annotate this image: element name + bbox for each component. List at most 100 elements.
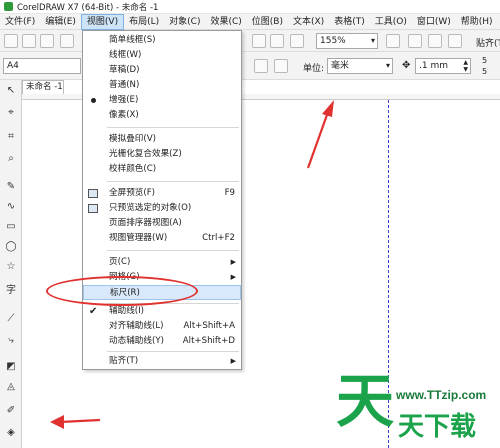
menu-object[interactable]: 对象(C) <box>164 14 205 30</box>
menu-item-label: 草稿(D) <box>109 65 140 75</box>
crop-tool-icon[interactable]: ⌗ <box>4 130 18 144</box>
menu-text[interactable]: 文本(X) <box>288 14 329 30</box>
rectangle-tool-icon[interactable]: ▭ <box>4 220 18 234</box>
print-icon[interactable] <box>60 34 74 48</box>
menu-item-alignment-guides[interactable]: 对齐辅助线(L) Alt+Shift+A <box>83 319 241 334</box>
all-pages-icon[interactable] <box>274 59 288 73</box>
submenu-arrow-icon: ▶ <box>230 258 236 266</box>
spinner-arrows-icon[interactable]: ▲ ▼ <box>463 59 468 73</box>
menu-item-label: 光栅化复合效果(Z) <box>109 149 182 159</box>
menu-item-snap-to[interactable]: 贴齐(T) ▶ <box>83 354 241 369</box>
menu-item-guidelines[interactable]: ✔ 辅助线(I) <box>83 304 241 319</box>
document-tab[interactable]: 未命名 -1 <box>22 80 64 94</box>
page-size-select[interactable]: A4 <box>3 58 81 74</box>
menu-layout[interactable]: 布局(L) <box>124 14 164 30</box>
pick-tool-icon[interactable]: ↖ <box>4 84 18 98</box>
menu-tools[interactable]: 工具(O) <box>370 14 412 30</box>
menu-bitmaps[interactable]: 位图(B) <box>247 14 288 30</box>
toolbox: ↖ ⌖ ⌗ ⌕ ✎ ∿ ▭ ◯ ☆ 字 ⟋ ⤷ ◩ ◬ ✐ ◈ <box>0 80 22 448</box>
connector-tool-icon[interactable]: ⤷ <box>4 334 18 348</box>
nudge-move-icon: ✥ <box>402 60 411 71</box>
watermark-subtitle: 天下载 <box>398 412 477 442</box>
menu-item-label: 辅助线(I) <box>109 306 145 316</box>
full-screen-icon[interactable] <box>386 34 400 48</box>
chevron-down-icon: ▾ <box>370 36 375 45</box>
menu-effects[interactable]: 效果(C) <box>205 14 246 30</box>
document-tab-label: 未命名 -1 <box>26 82 63 92</box>
menu-item-label: 页(C) <box>109 257 131 267</box>
menu-item-shortcut: Ctrl+F2 <box>202 233 235 243</box>
rulers-icon[interactable] <box>408 34 422 48</box>
menu-item-enhanced[interactable]: 增强(E) <box>83 93 241 108</box>
menu-item-simple-wireframe[interactable]: 简单线框(S) <box>83 33 241 48</box>
coreldraw-app-icon <box>4 2 13 11</box>
polygon-tool-icon[interactable]: ☆ <box>4 260 18 274</box>
menu-item-shortcut: Alt+Shift+D <box>182 336 235 346</box>
publish-icon[interactable] <box>290 34 304 48</box>
zoom-level-select[interactable]: 155% ▾ <box>316 33 378 49</box>
unit-select[interactable]: 毫米 ▾ <box>327 58 393 74</box>
menu-item-label: 视图管理器(W) <box>109 233 168 243</box>
new-document-icon[interactable] <box>4 34 18 48</box>
menu-item-page[interactable]: 页(C) ▶ <box>83 255 241 270</box>
menu-item-normal[interactable]: 普通(N) <box>83 78 241 93</box>
menu-item-view-manager[interactable]: 视图管理器(W) Ctrl+F2 <box>83 231 241 246</box>
duplicate-distance-y[interactable]: 5 <box>482 67 487 76</box>
watermark-big-char: 天 <box>336 367 395 435</box>
standard-toolbar: 155% ▾ 贴齐(T) <box>0 30 500 52</box>
interactive-fill-tool-icon[interactable]: ◈ <box>4 426 18 440</box>
save-icon[interactable] <box>40 34 54 48</box>
menu-item-pixels[interactable]: 像素(X) <box>83 108 241 123</box>
smart-fill-tool-icon[interactable]: ∿ <box>4 200 18 214</box>
property-bar: A4 单位: 毫米 ▾ ✥ .1 mm ▲ ▼ 5 5 <box>0 52 500 80</box>
snap-to-button[interactable]: 贴齐(T) <box>476 36 500 49</box>
menu-edit[interactable]: 编辑(E) <box>40 14 81 30</box>
preview-selected-icon <box>88 204 98 213</box>
export-icon[interactable] <box>270 34 284 48</box>
menu-separator <box>107 250 239 251</box>
shape-tool-icon[interactable]: ⌖ <box>4 106 18 120</box>
menu-item-label: 全屏预览(F) <box>109 188 156 198</box>
menu-item-draft[interactable]: 草稿(D) <box>83 63 241 78</box>
menu-item-label: 简单线框(S) <box>109 35 156 45</box>
menu-item-rasterize-complex-effects[interactable]: 光栅化复合效果(Z) <box>83 147 241 162</box>
menu-item-label: 贴齐(T) <box>109 356 139 366</box>
guidelines-icon[interactable] <box>448 34 462 48</box>
radio-selected-icon <box>91 98 96 103</box>
submenu-arrow-icon: ▶ <box>230 357 236 365</box>
text-tool-icon[interactable]: 字 <box>4 284 18 298</box>
drop-shadow-tool-icon[interactable]: ◩ <box>4 360 18 374</box>
menu-view[interactable]: 视图(V) <box>80 13 125 30</box>
duplicate-distance-x[interactable]: 5 <box>482 56 487 65</box>
current-page-icon[interactable] <box>254 59 268 73</box>
annotation-highlight-ellipse <box>46 276 198 306</box>
menu-item-dynamic-guides[interactable]: 动态辅助线(Y) Alt+Shift+D <box>83 334 241 349</box>
open-folder-icon[interactable] <box>22 34 36 48</box>
unit-label: 单位: <box>303 64 325 74</box>
menu-item-label: 像素(X) <box>109 110 139 120</box>
menu-item-preview-selected-only[interactable]: 只预览选定的对象(O) <box>83 201 241 216</box>
full-screen-preview-icon <box>88 189 98 198</box>
preview-eye-icon[interactable] <box>428 34 442 48</box>
menu-window[interactable]: 窗口(W) <box>412 14 456 30</box>
menu-item-proof-colors[interactable]: 校样颜色(C) <box>83 162 241 177</box>
submenu-arrow-icon: ▶ <box>230 273 236 281</box>
nudge-distance-input[interactable]: .1 mm ▲ ▼ <box>415 58 471 74</box>
eyedropper-tool-icon[interactable]: ✐ <box>4 404 18 418</box>
menu-file[interactable]: 文件(F) <box>0 14 40 30</box>
parallel-dimension-tool-icon[interactable]: ⟋ <box>4 312 18 326</box>
chevron-down-icon: ▾ <box>385 61 390 70</box>
ellipse-tool-icon[interactable]: ◯ <box>4 240 18 254</box>
menu-item-label: 增强(E) <box>109 95 139 105</box>
zoom-value: 155% <box>320 36 346 46</box>
import-icon[interactable] <box>252 34 266 48</box>
menu-table[interactable]: 表格(T) <box>329 14 370 30</box>
freehand-tool-icon[interactable]: ✎ <box>4 180 18 194</box>
zoom-tool-icon[interactable]: ⌕ <box>4 152 18 166</box>
menu-help[interactable]: 帮助(H) <box>456 14 498 30</box>
menu-item-simulate-overprints[interactable]: 模拟叠印(V) <box>83 132 241 147</box>
menu-item-full-screen-preview[interactable]: 全屏预览(F) F9 <box>83 186 241 201</box>
menu-item-wireframe[interactable]: 线框(W) <box>83 48 241 63</box>
menu-item-page-sorter-view[interactable]: 页面排序器视图(A) <box>83 216 241 231</box>
transparency-tool-icon[interactable]: ◬ <box>4 380 18 394</box>
